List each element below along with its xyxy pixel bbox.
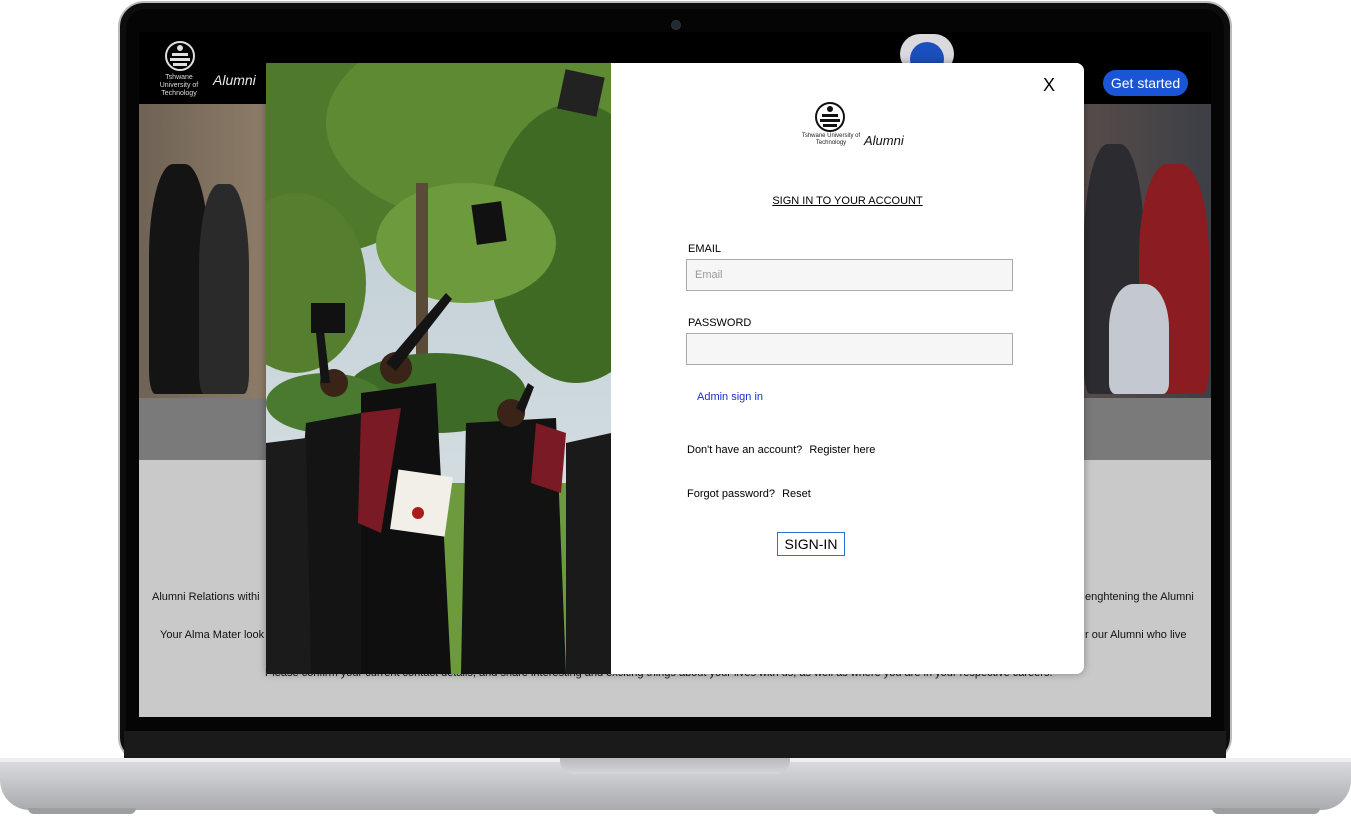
alma-mater-paragraph-right: r our Alumni who live <box>1085 629 1187 641</box>
tut-crest-icon <box>165 41 195 71</box>
graduation-photo-art <box>266 63 611 674</box>
signin-title: SIGN IN TO YOUR ACCOUNT <box>772 195 923 207</box>
laptop-foot-right <box>1212 808 1320 814</box>
forgot-password-text: Forgot password? <box>687 488 776 500</box>
password-label: PASSWORD <box>688 317 752 329</box>
signin-modal: X Tshwane University of Technology Alumn… <box>266 63 1084 674</box>
camera-icon <box>671 20 681 30</box>
email-label: EMAIL <box>688 243 722 255</box>
logo-small-text: Tshwane University of Technology <box>159 74 199 97</box>
hero-figure <box>199 184 249 394</box>
close-button[interactable]: X <box>1043 75 1055 96</box>
laptop-foot-left <box>28 808 136 814</box>
alma-mater-paragraph-left: Your Alma Mater look <box>160 629 265 641</box>
no-account-text: Don't have an account? <box>687 444 803 456</box>
signin-form: X Tshwane University of Technology Alumn… <box>611 63 1084 674</box>
logo-alumni-text: Alumni <box>213 72 256 88</box>
laptop-bottom-bezel <box>124 731 1226 759</box>
intro-paragraph-left: Alumni Relations withi <box>152 591 260 603</box>
register-link[interactable]: Register here <box>809 444 875 456</box>
signin-button[interactable]: SIGN-IN <box>777 532 845 556</box>
tut-crest-icon <box>815 102 845 132</box>
form-tut-logo: Tshwane University of Technology Alumni <box>801 99 911 149</box>
tut-logo[interactable]: Tshwane University of Technology Alumni <box>149 40 269 97</box>
intro-paragraph-right: enghtening the Alumni <box>1085 591 1194 603</box>
graduation-photo <box>266 63 611 674</box>
hero-figure <box>1109 284 1169 394</box>
reset-link[interactable]: Reset <box>782 488 811 500</box>
form-logo-alumni-text: Alumni <box>864 133 904 148</box>
form-logo-small-text: Tshwane University of Technology <box>801 133 861 146</box>
password-input[interactable] <box>686 333 1013 365</box>
register-row: Don't have an account? Register here <box>687 444 875 456</box>
admin-signin-link[interactable]: Admin sign in <box>697 391 763 403</box>
get-started-button[interactable]: Get started <box>1103 70 1188 96</box>
forgot-row: Forgot password? Reset <box>687 488 811 500</box>
laptop-notch <box>560 758 790 774</box>
email-input[interactable] <box>686 259 1013 291</box>
